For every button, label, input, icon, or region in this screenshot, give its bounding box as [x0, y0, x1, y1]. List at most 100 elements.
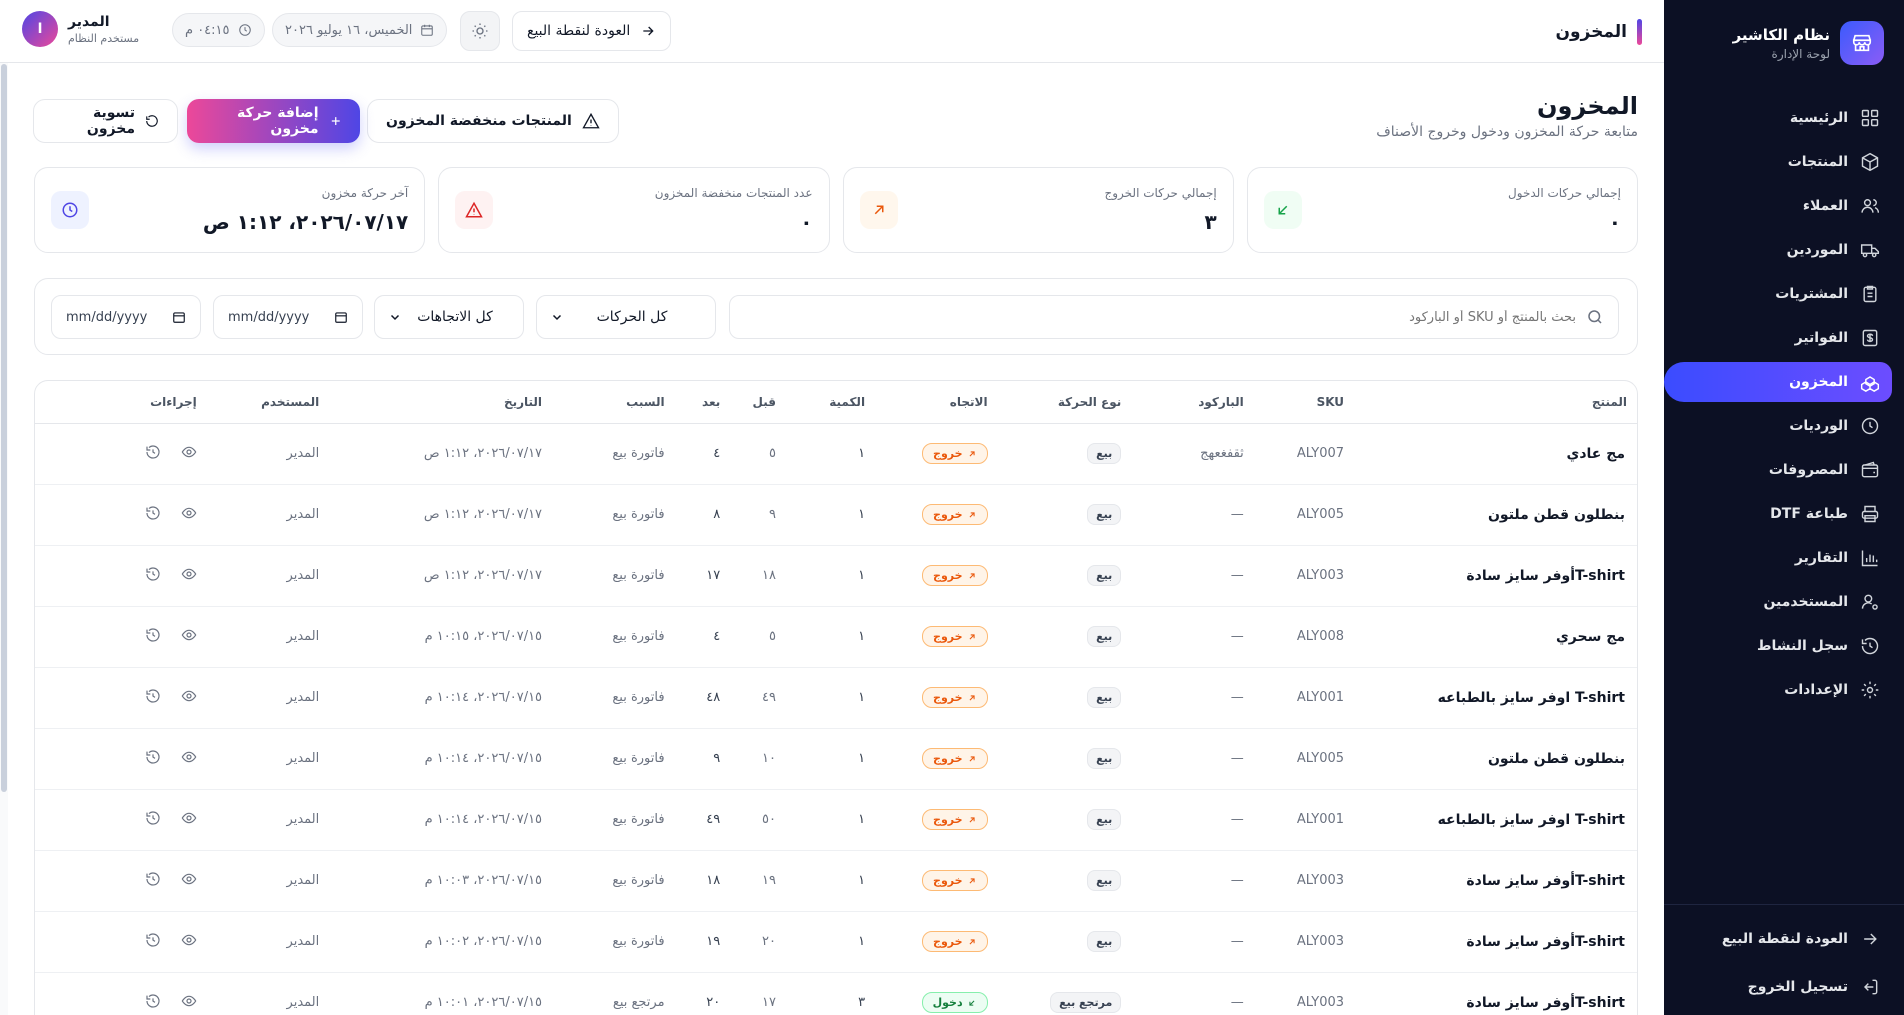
- user-role: مستخدم النظام: [68, 31, 140, 45]
- table-row[interactable]: T-shirt اوفر سايز بالطباعه ALY001 — بيع …: [35, 789, 1637, 851]
- sidebar-item-13[interactable]: سجل النشاط: [1664, 626, 1892, 666]
- date-to-input[interactable]: mm/dd/yyyy: [51, 295, 201, 339]
- eye-icon[interactable]: [181, 871, 197, 887]
- table-row[interactable]: مج عادي ALY007 ثقفغعهج بيع خروج ١ ٥ ٤ فا…: [35, 423, 1637, 485]
- sidebar-item-7[interactable]: المخزون: [1664, 362, 1892, 402]
- cell-actions: [35, 728, 207, 790]
- add-movement-button[interactable]: إضافة حركة مخزون: [187, 99, 360, 143]
- cell-barcode: —: [1131, 972, 1254, 1015]
- history-icon[interactable]: [145, 871, 161, 887]
- cell-direction: خروج: [875, 667, 998, 729]
- cell-before: ٩: [730, 484, 786, 546]
- sidebar-item-1[interactable]: الرئيسية: [1664, 98, 1892, 138]
- search-input[interactable]: [776, 309, 1576, 325]
- table-row[interactable]: بنطلون قطن ملتون ALY005 — بيع خروج ١ ١٠ …: [35, 728, 1637, 790]
- cell-date: ٢٠٢٦/٠٧/١٧، ١:١٢ ص: [329, 545, 553, 607]
- history-icon[interactable]: [145, 444, 161, 460]
- chevron-down-icon: [390, 314, 400, 321]
- stock-adjust-label: تسوية مخزون: [86, 105, 136, 137]
- direction-label: دخول: [932, 996, 963, 1009]
- eye-icon[interactable]: [181, 566, 197, 582]
- cell-sku: ALY003: [1253, 850, 1355, 912]
- table-row[interactable]: T-shirtأوفر سايز سادة ALY003 — بيع خروج …: [35, 545, 1637, 607]
- sidebar-item-2[interactable]: المنتجات: [1664, 142, 1892, 182]
- search-field[interactable]: [729, 295, 1619, 339]
- calendar-icon[interactable]: [172, 310, 186, 324]
- history-icon[interactable]: [145, 993, 161, 1009]
- stock-adjust-button[interactable]: تسوية مخزون: [33, 99, 178, 143]
- eye-icon[interactable]: [181, 932, 197, 948]
- history-icon[interactable]: [145, 932, 161, 948]
- cell-product: بنطلون قطن ملتون: [1354, 728, 1637, 790]
- sidebar-item-4[interactable]: الموردين: [1664, 230, 1892, 270]
- calendar-icon[interactable]: [334, 310, 348, 324]
- back-to-pos-button[interactable]: العودة لنقطة البيع: [512, 11, 672, 51]
- table-row[interactable]: T-shirtأوفر سايز سادة ALY003 — بيع خروج …: [35, 911, 1637, 973]
- column-header: السبب: [552, 381, 675, 424]
- theme-toggle-button[interactable]: [460, 11, 500, 51]
- arrow-up-right-icon: [969, 755, 975, 761]
- direction-select[interactable]: كل الاتجاهات: [374, 295, 524, 339]
- sidebar-item-3[interactable]: العملاء: [1664, 186, 1892, 226]
- table-row[interactable]: T-shirtأوفر سايز سادة ALY003 — مرتجع بيع…: [35, 972, 1637, 1015]
- history-icon: [1861, 637, 1879, 655]
- cell-qty: ١: [785, 850, 876, 912]
- sidebar-item-8[interactable]: الورديات: [1664, 406, 1892, 446]
- history-icon[interactable]: [145, 505, 161, 521]
- cell-product: بنطلون قطن ملتون: [1354, 484, 1637, 546]
- eye-icon[interactable]: [181, 627, 197, 643]
- history-icon[interactable]: [145, 566, 161, 582]
- sidebar-item-14[interactable]: الإعدادات: [1664, 670, 1892, 710]
- column-header: إجراءات: [35, 381, 207, 424]
- cell-after: ٤: [674, 606, 731, 668]
- eye-icon[interactable]: [181, 749, 197, 765]
- movement-type-select[interactable]: كل الحركات: [536, 295, 716, 339]
- cell-qty: ٣: [785, 972, 876, 1015]
- direction-badge: خروج: [922, 443, 988, 464]
- avatar[interactable]: ا: [22, 11, 58, 47]
- sidebar-item-6[interactable]: الفواتير: [1664, 318, 1892, 358]
- sidebar-item-5[interactable]: المشتريات: [1664, 274, 1892, 314]
- sidebar-item-10[interactable]: طباعة DTF: [1664, 494, 1892, 534]
- history-icon[interactable]: [145, 810, 161, 826]
- calendar-icon: [421, 24, 434, 36]
- eye-icon[interactable]: [181, 505, 197, 521]
- page-subtitle: متابعة حركة المخزون ودخول وخروج الأصناف: [1376, 124, 1638, 140]
- eye-icon[interactable]: [181, 993, 197, 1009]
- table-row[interactable]: مج سحري ALY008 — بيع خروج ١ ٥ ٤ فاتورة ب…: [35, 606, 1637, 668]
- date-from-input[interactable]: mm/dd/yyyy: [213, 295, 363, 339]
- cell-direction: خروج: [875, 484, 998, 546]
- stat-label: عدد المنتجات منخفضة المخزون: [654, 186, 813, 200]
- sidebar-item-12[interactable]: المستخدمين: [1664, 582, 1892, 622]
- scrollbar-thumb[interactable]: [1, 64, 7, 792]
- stat-value: ٠: [1608, 210, 1621, 234]
- direction-badge: خروج: [922, 626, 988, 647]
- eye-icon[interactable]: [181, 688, 197, 704]
- arrow-up-right-icon: [969, 877, 975, 883]
- low-stock-button[interactable]: المنتجات منخفضة المخزون: [367, 99, 619, 143]
- table-row[interactable]: T-shirt اوفر سايز بالطباعه ALY001 — بيع …: [35, 667, 1637, 729]
- cell-reason: فاتورة بيع: [552, 606, 675, 668]
- gear-icon: [1861, 681, 1879, 699]
- sidebar-bottom: العودة لنقطة البيع تسجيل الخروج: [1664, 919, 1892, 1015]
- sidebar-item-9[interactable]: المصروفات: [1664, 450, 1892, 490]
- eye-icon[interactable]: [181, 444, 197, 460]
- history-icon[interactable]: [145, 749, 161, 765]
- boxes-icon: [1860, 376, 1880, 392]
- cell-reason: فاتورة بيع: [552, 911, 675, 973]
- sidebar-item-11[interactable]: التقارير: [1664, 538, 1892, 578]
- table-row[interactable]: T-shirtأوفر سايز سادة ALY003 — بيع خروج …: [35, 850, 1637, 912]
- cell-user: المدير: [206, 911, 330, 973]
- cell-direction: خروج: [875, 423, 998, 485]
- user-menu[interactable]: المدير مستخدم النظام ا: [22, 11, 139, 47]
- time-pill: ٠٤:١٥ م: [172, 13, 265, 47]
- arrow-down-left-icon: [968, 1000, 975, 1006]
- history-icon[interactable]: [145, 688, 161, 704]
- eye-icon[interactable]: [181, 810, 197, 826]
- cell-direction: خروج: [875, 850, 998, 912]
- sidebar-logout[interactable]: تسجيل الخروج: [1664, 967, 1892, 1007]
- cell-after: ١٩: [674, 911, 731, 973]
- history-icon[interactable]: [145, 627, 161, 643]
- sidebar-back-to-pos[interactable]: العودة لنقطة البيع: [1664, 919, 1892, 959]
- table-row[interactable]: بنطلون قطن ملتون ALY005 — بيع خروج ١ ٩ ٨…: [35, 484, 1637, 546]
